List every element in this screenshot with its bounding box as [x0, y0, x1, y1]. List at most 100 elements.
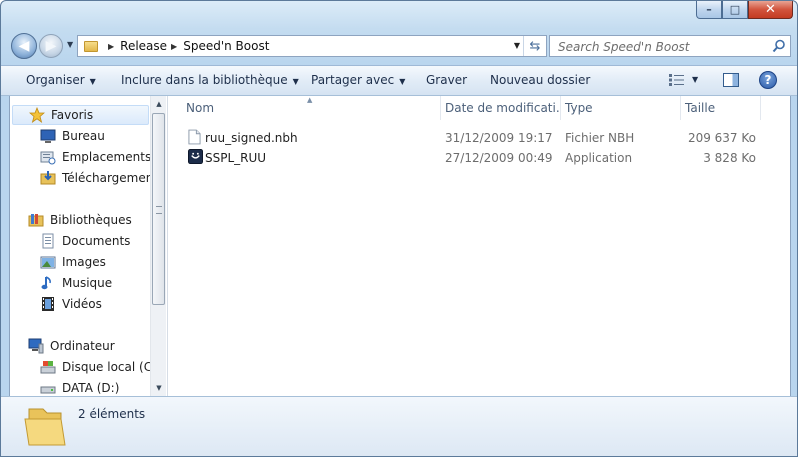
table-row[interactable]: ruu_signed.nbh 31/12/2009 19:17 Fichier …	[168, 128, 790, 148]
sidebar-item-videos[interactable]: Vidéos	[40, 294, 102, 314]
close-button[interactable]: ✕	[748, 1, 793, 19]
back-button[interactable]: ◀	[11, 33, 37, 59]
sidebar-item-label: Musique	[62, 276, 113, 290]
share-with-menu[interactable]: Partager avec ▼	[311, 73, 405, 87]
column-header-name[interactable]: Nom	[168, 96, 441, 120]
recent-places-icon	[40, 149, 56, 165]
address-history-dropdown-icon[interactable]: ▼	[514, 41, 520, 50]
new-folder-button[interactable]: Nouveau dossier	[490, 73, 590, 87]
documents-icon	[40, 233, 56, 249]
column-header-date[interactable]: Date de modificati...	[441, 96, 561, 120]
breadcrumb-separator-icon[interactable]: ▶	[171, 42, 177, 51]
sidebar-item-desktop[interactable]: Bureau	[40, 126, 105, 146]
sidebar-item-label: Bibliothèques	[50, 213, 132, 227]
include-in-library-menu[interactable]: Inclure dans la bibliothèque ▼	[121, 73, 299, 87]
share-label: Partager avec	[311, 73, 395, 87]
file-list: ▲ Nom Date de modificati... Type Taille …	[168, 96, 790, 396]
desktop-icon	[40, 128, 56, 144]
file-size: 3 828 Ko	[703, 151, 756, 165]
sidebar-item-label: Bureau	[62, 129, 105, 143]
sidebar-item-label: Ordinateur	[50, 339, 115, 353]
column-header-size[interactable]: Taille	[681, 96, 761, 120]
star-icon	[28, 106, 46, 123]
address-bar[interactable]: ▶ Release ▶ Speed'n Boost ▼ ⇆	[77, 35, 547, 57]
sidebar-item-label: DATA (D:)	[62, 381, 120, 395]
sidebar-item-downloads[interactable]: Téléchargements	[40, 168, 150, 188]
window-caption-buttons: – □ ✕	[696, 1, 793, 21]
sidebar-item-computer[interactable]: Ordinateur	[28, 336, 115, 356]
navigation-bar: ◀ ▶ ▼ ▶ Release ▶ Speed'n Boost ▼ ⇆	[9, 33, 791, 59]
sidebar-item-favorites[interactable]: Favoris	[12, 105, 149, 125]
file-date: 27/12/2009 00:49	[445, 151, 553, 165]
search-input[interactable]	[556, 37, 760, 57]
navigation-scrollbar[interactable]: ▲ ▼	[150, 96, 166, 396]
downloads-icon	[40, 170, 56, 186]
help-icon[interactable]: ?	[759, 71, 777, 89]
file-size: 209 637 Ko	[687, 131, 756, 145]
maximize-button[interactable]: □	[722, 1, 748, 19]
sidebar-item-data-d[interactable]: DATA (D:)	[40, 378, 119, 396]
music-icon	[40, 275, 56, 291]
pictures-icon	[40, 254, 56, 270]
sidebar-item-libraries[interactable]: Bibliothèques	[28, 210, 132, 230]
navigation-pane: Favoris Bureau Emplacements récents Télé…	[10, 96, 166, 396]
computer-icon	[28, 338, 44, 354]
breadcrumb-speed-n-boost[interactable]: Speed'n Boost	[183, 39, 269, 53]
application-icon	[188, 149, 203, 167]
column-header-type[interactable]: Type	[561, 96, 681, 120]
sidebar-item-documents[interactable]: Documents	[40, 231, 130, 251]
folder-icon	[24, 408, 66, 446]
scroll-up-icon[interactable]: ▲	[151, 96, 166, 112]
view-options-dropdown-icon[interactable]: ▼	[692, 75, 698, 84]
preview-pane-icon[interactable]	[723, 73, 739, 87]
sidebar-item-label: Disque local (C:)	[62, 360, 150, 374]
organise-label: Organiser	[26, 73, 85, 87]
sidebar-item-local-disk-c[interactable]: Disque local (C:)	[40, 357, 150, 377]
sidebar-item-label: Favoris	[51, 108, 94, 122]
recent-pages-dropdown-icon[interactable]: ▼	[67, 40, 73, 49]
breadcrumb-release[interactable]: Release	[120, 39, 167, 53]
search-icon[interactable]	[772, 39, 786, 53]
file-name: ruu_signed.nbh	[205, 131, 298, 145]
chevron-down-icon: ▼	[292, 77, 299, 86]
libraries-icon	[28, 212, 44, 228]
explorer-window: – □ ✕ ◀ ▶ ▼ ▶ Release ▶ Speed'n Boost ▼ …	[0, 0, 798, 457]
back-arrow-icon: ◀	[18, 38, 30, 54]
search-box[interactable]	[549, 35, 791, 57]
forward-button[interactable]: ▶	[39, 34, 63, 58]
folder-icon	[84, 40, 98, 52]
document-file-icon	[188, 129, 201, 148]
include-library-label: Inclure dans la bibliothèque	[121, 73, 288, 87]
scrollbar-thumb[interactable]	[152, 113, 165, 305]
sidebar-item-label: Téléchargements	[62, 171, 150, 185]
sidebar-item-music[interactable]: Musique	[40, 273, 112, 293]
sidebar-item-label: Vidéos	[62, 297, 102, 311]
refresh-icon[interactable]: ⇆	[523, 36, 546, 56]
forward-arrow-icon: ▶	[45, 38, 57, 54]
change-view-icon[interactable]	[669, 74, 685, 86]
command-bar: Organiser ▼ Inclure dans la bibliothèque ▼…	[1, 65, 797, 96]
file-name: SSPL_RUU	[205, 151, 267, 165]
burn-button[interactable]: Graver	[426, 73, 467, 87]
scroll-down-icon[interactable]: ▼	[151, 380, 166, 396]
sidebar-item-label: Emplacements récents	[62, 150, 150, 164]
file-type: Fichier NBH	[565, 131, 635, 145]
videos-icon	[40, 296, 56, 312]
chevron-down-icon: ▼	[399, 77, 406, 86]
drive-icon	[40, 380, 56, 396]
details-pane: 2 éléments	[1, 396, 797, 456]
breadcrumb-separator-icon[interactable]: ▶	[108, 42, 114, 51]
organise-menu[interactable]: Organiser ▼	[26, 73, 96, 87]
sidebar-item-label: Documents	[62, 234, 131, 248]
local-disk-icon	[40, 359, 56, 375]
item-count: 2 éléments	[78, 407, 146, 421]
sidebar-item-label: Images	[62, 255, 106, 269]
file-type: Application	[565, 151, 633, 165]
minimize-button[interactable]: –	[696, 1, 722, 19]
sidebar-item-recent-places[interactable]: Emplacements récents	[40, 147, 150, 167]
content-area: Favoris Bureau Emplacements récents Télé…	[9, 96, 791, 396]
table-row[interactable]: SSPL_RUU 27/12/2009 00:49 Application 3 …	[168, 148, 790, 168]
sidebar-item-pictures[interactable]: Images	[40, 252, 106, 272]
chevron-down-icon: ▼	[89, 77, 96, 86]
file-date: 31/12/2009 19:17	[445, 131, 553, 145]
